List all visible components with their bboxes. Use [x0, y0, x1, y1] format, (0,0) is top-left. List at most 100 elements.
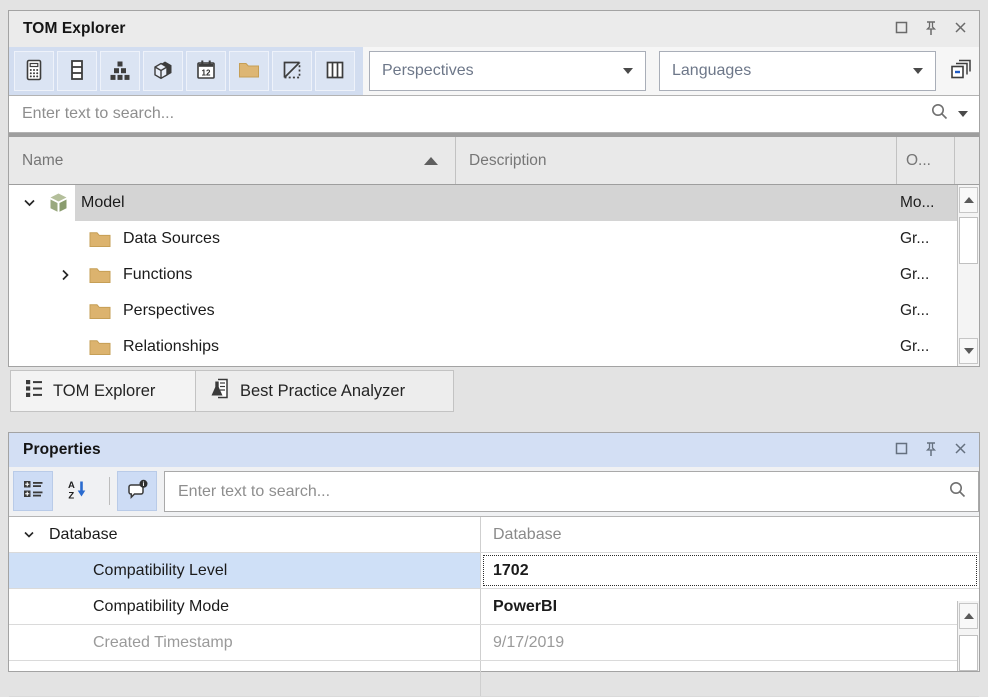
chevron-down-icon[interactable]	[23, 529, 35, 541]
close-button[interactable]	[954, 442, 967, 458]
filter-hierarchies-button[interactable]	[100, 51, 140, 91]
tom-tree-grid: Name Description O... Model Mo... Data S…	[9, 133, 979, 366]
calendar-icon: 12	[194, 58, 218, 85]
property-value[interactable]: PowerBI	[481, 589, 979, 624]
object-type-cell: Mo...	[900, 194, 934, 212]
filter-model-button[interactable]	[143, 51, 183, 91]
property-value-editor[interactable]: 1702	[481, 553, 979, 588]
object-filter-toolbar: 12	[9, 47, 363, 95]
comment-info-icon: i	[126, 479, 149, 504]
property-category-database[interactable]: Database Database	[9, 517, 979, 553]
pin-button[interactable]	[924, 441, 938, 460]
close-icon	[954, 21, 967, 37]
scroll-down-button[interactable]	[959, 338, 978, 364]
search-options-chevron-icon[interactable]	[958, 111, 968, 117]
pin-button[interactable]	[924, 20, 938, 39]
tree-scrollbar[interactable]	[957, 185, 979, 366]
properties-toolbar: AZ i	[9, 467, 979, 517]
maximize-icon	[895, 442, 908, 458]
column-header-filler	[955, 137, 979, 184]
search-input[interactable]	[9, 96, 930, 132]
filter-calendar-button[interactable]: 12	[186, 51, 226, 91]
arrow-up-icon	[964, 613, 974, 619]
categorized-icon	[23, 479, 44, 503]
maximize-button[interactable]	[895, 21, 908, 37]
filter-columns-button[interactable]	[57, 51, 97, 91]
tree-row-perspectives[interactable]: Perspectives Gr...	[9, 293, 979, 329]
tree-item-label: Relationships	[123, 338, 219, 356]
cube-icon	[151, 58, 175, 85]
perspectives-dropdown[interactable]: Perspectives	[369, 51, 646, 91]
property-name: Compatibility Mode	[93, 598, 229, 616]
tom-explorer-panel: TOM Explorer 12 Perspectives Languages	[8, 10, 980, 367]
scrollbar-thumb[interactable]	[959, 217, 978, 264]
arrow-up-icon	[964, 197, 974, 203]
maximize-icon	[895, 21, 908, 37]
folder-icon	[89, 230, 111, 248]
alphabetical-sort-button[interactable]: AZ	[57, 471, 97, 511]
property-name: Compatibility Level	[93, 562, 227, 580]
tree-item-label: Model	[81, 194, 125, 212]
tom-toolbar: 12 Perspectives Languages	[9, 47, 979, 95]
search-input[interactable]	[165, 472, 948, 511]
svg-text:i: i	[142, 481, 144, 488]
categorized-view-button[interactable]	[13, 471, 53, 511]
arrow-down-icon	[964, 348, 974, 354]
model-cube-icon	[47, 192, 70, 214]
calculator-icon	[22, 58, 46, 85]
tree-row-functions[interactable]: Functions Gr...	[9, 257, 979, 293]
filter-display-columns-button[interactable]	[315, 51, 355, 91]
tree-row-model[interactable]: Model Mo...	[9, 185, 979, 221]
tree-row-relationships[interactable]: Relationships Gr...	[9, 329, 979, 365]
properties-grid: Database Database Compatibility Level 17…	[9, 517, 979, 671]
object-type-cell: Gr...	[900, 338, 929, 356]
property-row-compatibility-level[interactable]: Compatibility Level 1702	[9, 553, 979, 589]
column-header-description[interactable]: Description	[456, 137, 897, 184]
tree-item-label: Functions	[123, 266, 192, 284]
close-button[interactable]	[954, 21, 967, 37]
tree-item-label: Data Sources	[123, 230, 220, 248]
close-icon	[954, 442, 967, 458]
properties-search-box	[164, 471, 979, 512]
search-icon[interactable]	[948, 480, 967, 504]
perspectives-dropdown-value: Perspectives	[382, 62, 474, 80]
property-row-compatibility-mode[interactable]: Compatibility Mode PowerBI	[9, 589, 979, 625]
properties-titlebar: Properties	[9, 433, 979, 467]
chevron-right-icon[interactable]	[59, 269, 72, 282]
property-row-created-timestamp[interactable]: Created Timestamp 9/17/2019	[9, 625, 979, 661]
svg-text:A: A	[68, 480, 75, 491]
scroll-up-button[interactable]	[959, 603, 978, 629]
scrollbar-thumb[interactable]	[959, 635, 978, 671]
property-value: 9/17/2019	[481, 625, 979, 660]
search-controls	[948, 480, 978, 504]
filter-folders-button[interactable]	[229, 51, 269, 91]
languages-dropdown-value: Languages	[672, 62, 751, 80]
folder-icon	[89, 266, 111, 284]
languages-dropdown[interactable]: Languages	[659, 51, 936, 91]
az-sort-icon: AZ	[67, 479, 88, 503]
maximize-button[interactable]	[895, 442, 908, 458]
chevron-down-icon[interactable]	[23, 197, 36, 210]
tree-list-icon	[25, 379, 44, 403]
folder-icon	[237, 58, 261, 85]
tab-tom-explorer[interactable]: TOM Explorer	[10, 370, 196, 412]
filter-measures-button[interactable]	[14, 51, 54, 91]
tree-item-label: Perspectives	[123, 302, 215, 320]
column-header-name[interactable]: Name	[9, 137, 456, 184]
screen: { "tom_explorer": { "title": "TOM Explor…	[0, 0, 988, 661]
pin-icon	[924, 20, 938, 39]
tree-row-data-sources[interactable]: Data Sources Gr...	[9, 221, 979, 257]
svg-text:Z: Z	[68, 491, 74, 501]
tab-best-practice-analyzer[interactable]: Best Practice Analyzer	[195, 370, 454, 412]
window-buttons	[895, 20, 967, 39]
expand-collapse-button[interactable]	[942, 51, 979, 91]
tom-search-row	[9, 95, 979, 133]
filter-partitions-button[interactable]	[272, 51, 312, 91]
property-value[interactable]: Database	[481, 517, 979, 552]
scroll-up-button[interactable]	[959, 187, 978, 213]
pin-icon	[924, 441, 938, 460]
search-icon[interactable]	[930, 102, 949, 126]
description-tooltip-button[interactable]: i	[117, 471, 157, 511]
column-header-objecttype[interactable]: O...	[897, 137, 955, 184]
property-name: Created Timestamp	[93, 634, 233, 652]
